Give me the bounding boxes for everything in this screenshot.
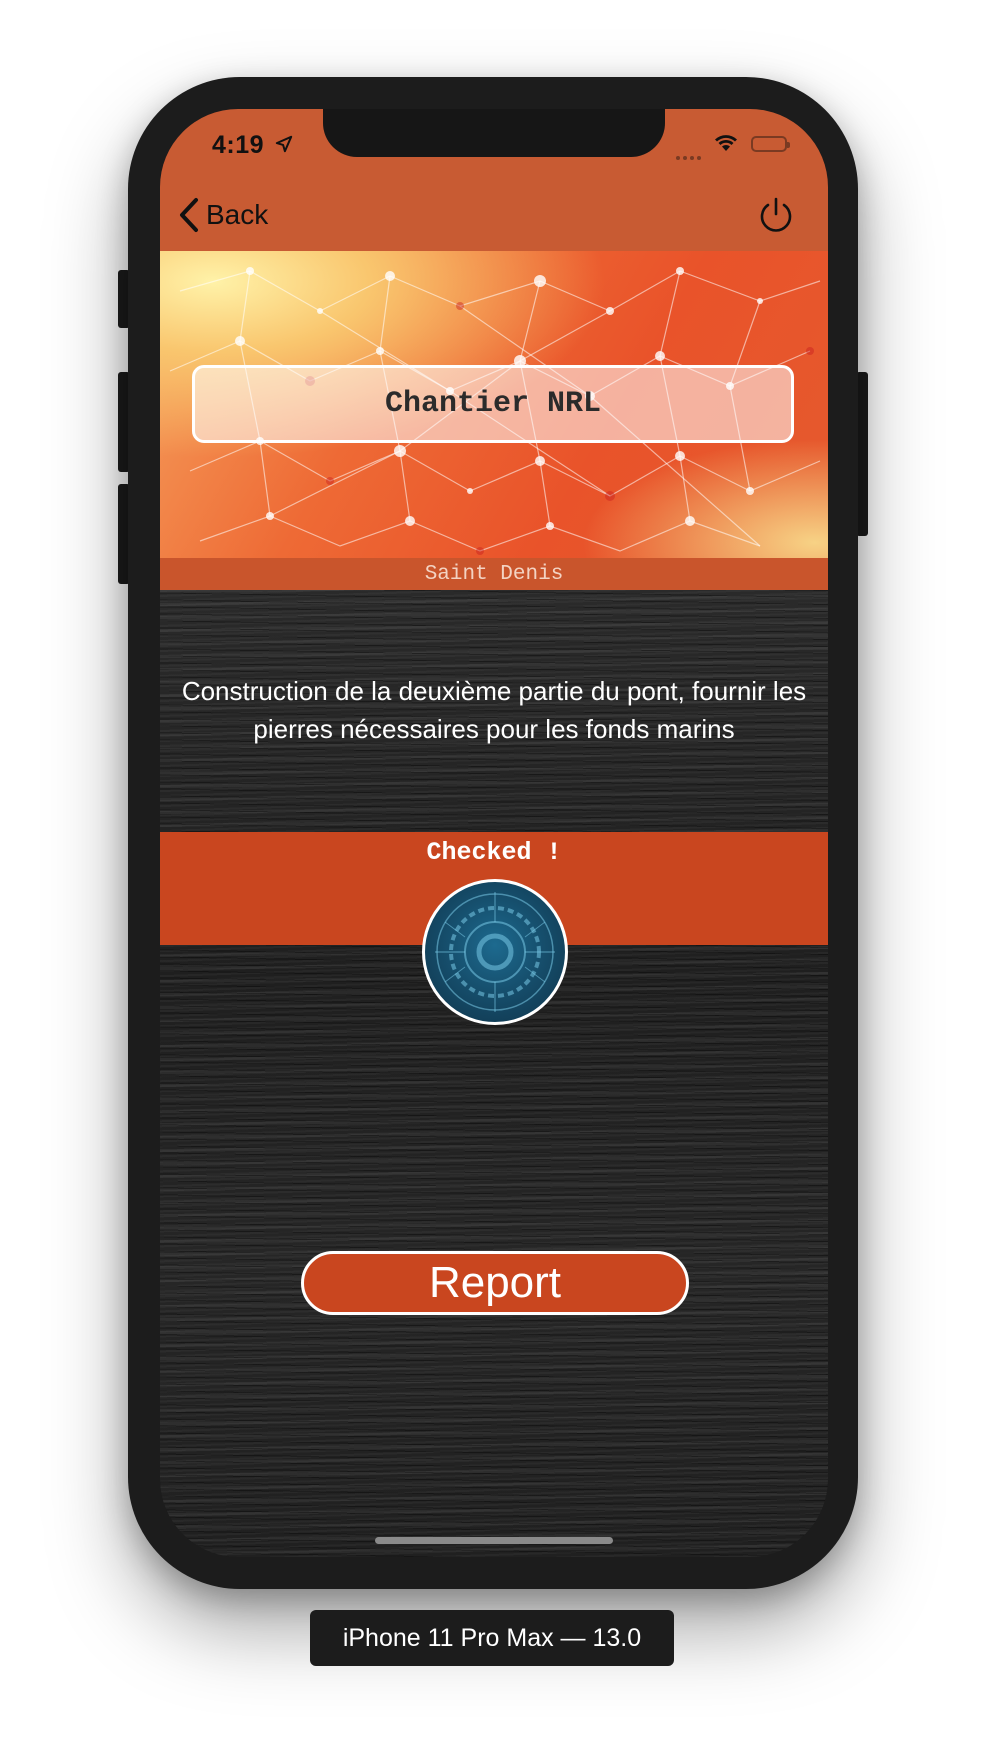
- project-title: Chantier NRL: [384, 387, 602, 421]
- project-description: Construction de la deuxième partie du po…: [181, 676, 807, 744]
- tech-circle-icon[interactable]: [422, 879, 568, 1025]
- project-title-box: Chantier NRL: [192, 365, 794, 443]
- device-label: iPhone 11 Pro Max — 13.0: [310, 1610, 674, 1666]
- chevron-left-icon: [180, 198, 198, 232]
- device-label-text: iPhone 11 Pro Max — 13.0: [342, 1623, 642, 1652]
- location-bar: Saint Denis: [160, 558, 828, 590]
- location-label: Saint Denis: [424, 562, 564, 586]
- power-icon[interactable]: [757, 196, 795, 234]
- signal-dots-icon: [676, 147, 704, 165]
- home-indicator: [375, 1537, 613, 1544]
- status-label: Checked !: [426, 838, 562, 867]
- report-button-label: Report: [428, 1258, 562, 1307]
- notch: [323, 109, 665, 157]
- battery-icon: [751, 136, 790, 152]
- report-button[interactable]: Report: [301, 1251, 689, 1315]
- status-time: 4:19: [212, 131, 265, 159]
- project-banner: Chantier NRL: [160, 251, 828, 558]
- back-label: Back: [206, 199, 269, 230]
- wifi-icon: [715, 135, 737, 151]
- location-arrow-icon: [275, 135, 293, 153]
- back-button[interactable]: Back: [178, 197, 268, 233]
- tech-circle-graphic: [435, 892, 555, 1012]
- app-screen: 4:19 Back Chantier NRL Saint Denis Const…: [160, 109, 828, 1557]
